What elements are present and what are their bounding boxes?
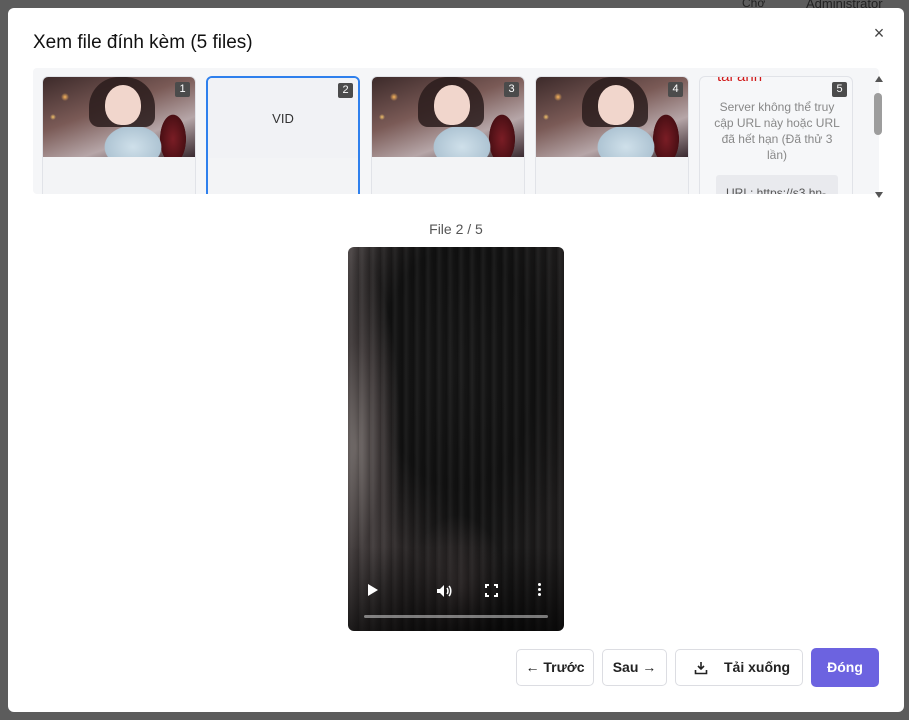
- close-icon[interactable]: ×: [870, 24, 888, 42]
- video-label: VID: [272, 111, 294, 126]
- thumbnail-4[interactable]: 4: [535, 76, 689, 194]
- thumbnail-index-badge: 3: [504, 82, 519, 97]
- download-label: Tải xuống: [724, 659, 791, 675]
- attachment-viewer-modal: Xem file đính kèm (5 files) × 1 VID 2 3 …: [8, 8, 904, 712]
- thumbnail-5[interactable]: tải ảnh Server không thể truy cập URL nà…: [699, 76, 853, 194]
- scrollbar-thumb[interactable]: [874, 93, 882, 135]
- previous-button[interactable]: ← Trước: [516, 649, 594, 686]
- thumbnail-strip: 1 VID 2 3 4 tải ảnh Server không thể tru…: [33, 68, 879, 194]
- play-icon[interactable]: [368, 584, 378, 596]
- thumbnail-image: [372, 77, 524, 157]
- thumbnail-index-badge: 4: [668, 82, 683, 97]
- thumbnail-2[interactable]: VID 2: [206, 76, 360, 194]
- volume-icon[interactable]: [436, 584, 452, 601]
- thumbnail-1[interactable]: 1: [42, 76, 196, 194]
- video-progress-bar[interactable]: [364, 615, 548, 618]
- error-url: URL: https://s3.hn-: [716, 175, 838, 194]
- modal-title: Xem file đính kèm (5 files): [33, 32, 253, 53]
- download-icon: [694, 662, 708, 675]
- close-button[interactable]: Đóng: [811, 648, 879, 687]
- thumbnail-index-badge: 5: [832, 82, 847, 97]
- next-button[interactable]: Sau →: [602, 649, 667, 686]
- more-options-icon[interactable]: [538, 583, 541, 598]
- thumbnail-3[interactable]: 3: [371, 76, 525, 194]
- fullscreen-icon[interactable]: [485, 584, 498, 597]
- download-button[interactable]: Tải xuống: [675, 649, 803, 686]
- scroll-up-arrow-icon[interactable]: [875, 76, 883, 82]
- thumbnail-index-badge: 1: [175, 82, 190, 97]
- thumbnail-index-badge: 2: [338, 83, 353, 98]
- thumbnail-image: [536, 77, 688, 157]
- thumbnail-image: [43, 77, 195, 157]
- error-title: tải ảnh: [717, 76, 763, 85]
- scroll-down-arrow-icon[interactable]: [875, 192, 883, 198]
- error-message: Server không thể truy cập URL này hoặc U…: [714, 100, 840, 162]
- video-player[interactable]: [348, 247, 564, 631]
- file-counter: File 2 / 5: [429, 221, 483, 237]
